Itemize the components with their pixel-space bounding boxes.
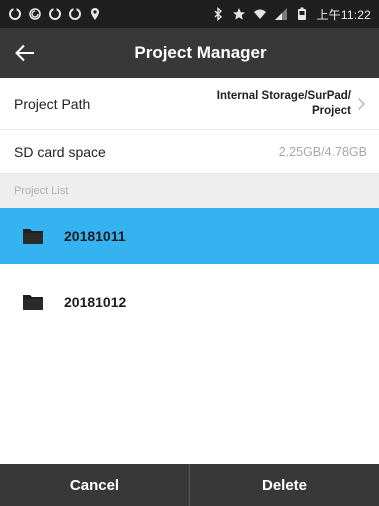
sd-card-row: SD card space 2.25GB/4.78GB — [0, 130, 379, 174]
notification-icon — [8, 7, 22, 21]
sd-card-value: 2.25GB/4.78GB — [278, 144, 367, 159]
status-left-icons — [8, 7, 102, 21]
back-button[interactable] — [2, 28, 48, 78]
status-clock: 上午11:22 — [316, 7, 371, 22]
project-item-20181011[interactable]: 20181011 — [0, 208, 379, 264]
cancel-button[interactable]: Cancel — [0, 464, 189, 506]
status-bar: 上午11:22 — [0, 0, 379, 28]
project-path-value-line2: Project — [312, 104, 351, 117]
app-bar: Project Manager — [0, 28, 379, 78]
bottom-action-bar: Cancel Delete — [0, 464, 379, 506]
project-item-label: 20181012 — [64, 294, 127, 310]
project-path-label: Project Path — [14, 95, 91, 112]
arrow-left-icon — [14, 42, 36, 64]
sd-card-label: SD card space — [14, 143, 106, 160]
folder-icon — [22, 293, 44, 311]
bluetooth-icon — [211, 7, 225, 21]
notification-icon — [68, 7, 82, 21]
star-icon — [232, 7, 246, 21]
project-item-20181012[interactable]: 20181012 — [0, 274, 379, 330]
chevron-right-icon — [355, 97, 367, 111]
battery-icon — [295, 7, 309, 21]
project-item-label: 20181011 — [64, 228, 126, 244]
project-path-value: Internal Storage/SurPad/ Project — [161, 89, 351, 119]
delete-button[interactable]: Delete — [190, 464, 379, 506]
project-path-row[interactable]: Project Path Internal Storage/SurPad/ Pr… — [0, 78, 379, 130]
page-title: Project Manager — [134, 43, 267, 62]
wifi-icon — [253, 7, 267, 21]
notification-icon — [48, 7, 62, 21]
signal-icon — [274, 7, 288, 21]
folder-icon — [22, 227, 44, 245]
project-path-value-line1: Internal Storage/SurPad/ — [216, 89, 351, 102]
project-list-header: Project List — [0, 174, 379, 208]
location-icon — [88, 7, 102, 21]
status-right-icons: 上午11:22 — [211, 6, 371, 23]
notification-icon — [28, 7, 42, 21]
